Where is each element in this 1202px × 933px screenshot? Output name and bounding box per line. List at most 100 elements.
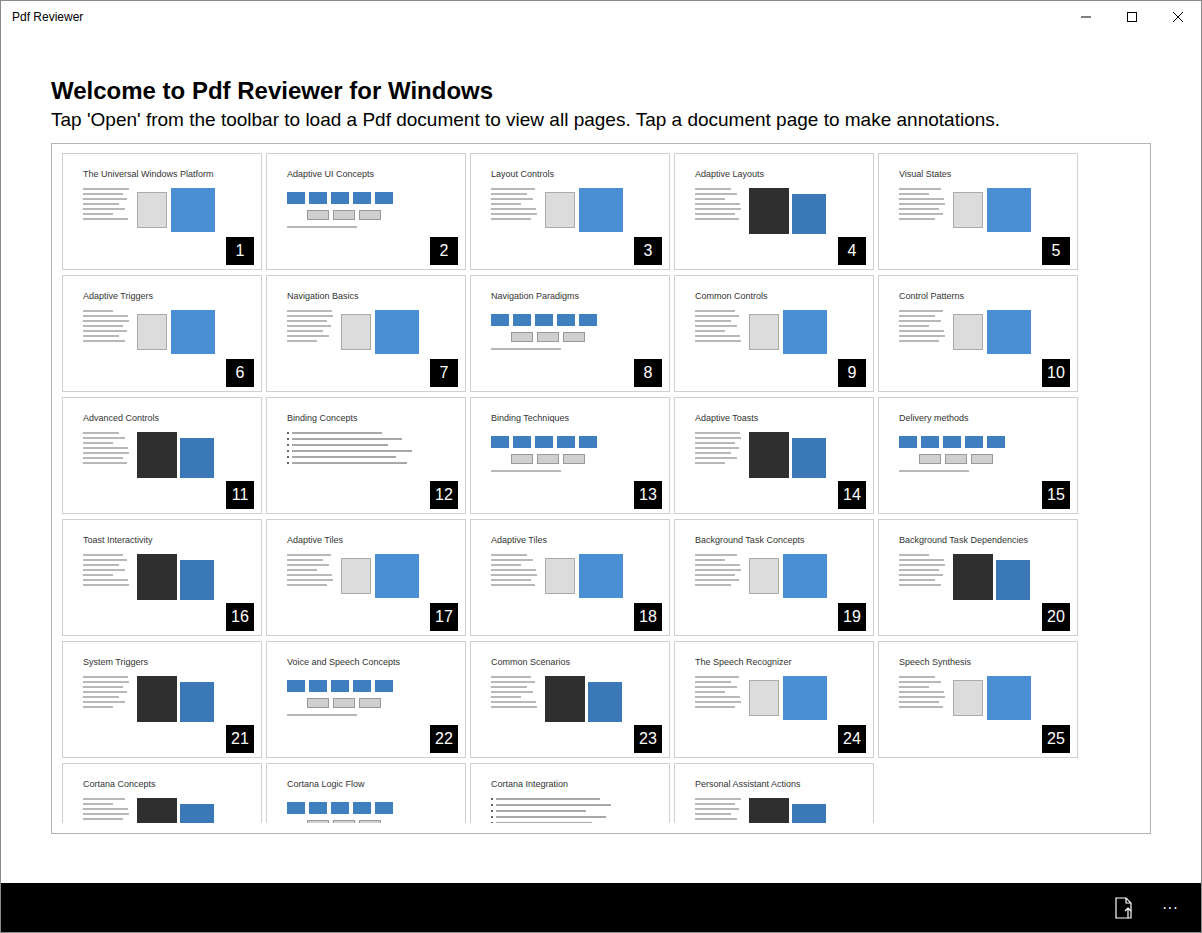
- page-thumbnail[interactable]: Control Patterns10: [878, 275, 1078, 392]
- page-thumbnail[interactable]: Cortana Integration: [470, 763, 670, 823]
- page-thumbnail[interactable]: System Triggers21: [62, 641, 262, 758]
- diagram-box: [511, 454, 533, 464]
- slide-body: [471, 676, 669, 722]
- text-line: [695, 584, 731, 586]
- close-button[interactable]: [1155, 1, 1201, 32]
- page-thumbnail[interactable]: Toast Interactivity16: [62, 519, 262, 636]
- page-thumbnail[interactable]: Advanced Controls11: [62, 397, 262, 514]
- page-title: Binding Concepts: [267, 398, 465, 424]
- text-line: [491, 701, 536, 703]
- diagram-box: [511, 332, 533, 342]
- page-thumbnail[interactable]: Adaptive Layouts4: [674, 153, 874, 270]
- text-line: [83, 584, 129, 586]
- screenshot-panel: [137, 554, 177, 600]
- page-thumbnail[interactable]: Layout Controls3: [470, 153, 670, 270]
- text-line: [83, 437, 125, 439]
- page-thumbnail[interactable]: The Universal Windows Platform1: [62, 153, 262, 270]
- bullet-dot: [491, 822, 493, 823]
- screenshot-panel: [749, 432, 789, 478]
- figure-panel: [545, 558, 575, 594]
- text-line: [83, 208, 125, 210]
- text-line: [292, 438, 402, 440]
- text-line: [899, 330, 944, 332]
- diagram-box: [307, 698, 329, 708]
- slide-body: [63, 310, 261, 354]
- page-number-badge: 22: [430, 725, 458, 753]
- text-line: [83, 579, 128, 581]
- page-thumbnail[interactable]: Binding Concepts12: [266, 397, 466, 514]
- page-thumbnail[interactable]: Cortana Logic Flow: [266, 763, 466, 823]
- slide-body: [675, 798, 873, 823]
- diagram-row: [287, 820, 393, 823]
- text-line: [695, 803, 735, 805]
- page-thumbnail[interactable]: Navigation Paradigms8: [470, 275, 670, 392]
- page-thumbnail[interactable]: Voice and Speech Concepts22: [266, 641, 466, 758]
- text-lines: [491, 676, 537, 722]
- page-number-badge: 5: [1042, 237, 1070, 265]
- screenshot-panel: [137, 432, 177, 478]
- text-line: [899, 213, 943, 215]
- bullet-dot: [287, 456, 289, 458]
- text-line: [83, 432, 119, 434]
- page-thumbnail[interactable]: Personal Assistant Actions: [674, 763, 874, 823]
- screenshot-panel: [137, 798, 177, 823]
- screenshot-panel: [588, 682, 622, 722]
- bullet-row: [287, 450, 412, 452]
- page-grid[interactable]: The Universal Windows Platform1Adaptive …: [62, 153, 1150, 823]
- page-thumbnail[interactable]: Cortana Concepts: [62, 763, 262, 823]
- text-line: [899, 315, 935, 317]
- page-thumbnail[interactable]: Adaptive Tiles17: [266, 519, 466, 636]
- screenshot: [137, 432, 214, 478]
- figure-panel: [749, 680, 779, 716]
- main-area: Welcome to Pdf Reviewer for Windows Tap …: [1, 32, 1201, 883]
- diagram-box: [353, 192, 371, 204]
- page-thumbnail[interactable]: Common Controls9: [674, 275, 874, 392]
- text-line: [83, 803, 113, 805]
- page-number-badge: 1: [226, 237, 254, 265]
- page-title: Delivery methods: [879, 398, 1077, 424]
- page-title: Adaptive Layouts: [675, 154, 873, 180]
- maximize-button[interactable]: [1109, 1, 1155, 32]
- diagram-box: [375, 680, 393, 692]
- page-thumbnail[interactable]: Common Scenarios23: [470, 641, 670, 758]
- page-title: Background Task Dependencies: [879, 520, 1077, 546]
- page-thumbnail[interactable]: The Speech Recognizer24: [674, 641, 874, 758]
- text-line: [491, 569, 536, 571]
- text-line: [83, 808, 128, 810]
- diagram-box: [333, 820, 355, 823]
- screenshot: [953, 554, 1030, 600]
- page-thumbnail[interactable]: Adaptive Triggers6: [62, 275, 262, 392]
- text-line: [83, 193, 123, 195]
- text-line: [695, 315, 739, 317]
- figure-panel: [953, 192, 983, 228]
- text-line: [83, 569, 125, 571]
- text-line: [287, 554, 331, 556]
- page-thumbnail[interactable]: Visual States5: [878, 153, 1078, 270]
- more-button[interactable]: ···: [1147, 883, 1193, 932]
- page-number-badge: 3: [634, 237, 662, 265]
- page-thumbnail[interactable]: Background Task Concepts19: [674, 519, 874, 636]
- screenshot-panel: [180, 560, 214, 600]
- page-thumbnail[interactable]: Binding Techniques13: [470, 397, 670, 514]
- text-line: [496, 816, 606, 818]
- page-thumbnail[interactable]: Navigation Basics7: [266, 275, 466, 392]
- text-line: [899, 188, 941, 190]
- page-thumbnail[interactable]: Adaptive Tiles18: [470, 519, 670, 636]
- page-thumbnail[interactable]: Background Task Dependencies20: [878, 519, 1078, 636]
- open-button[interactable]: [1101, 883, 1147, 932]
- slide-body: [63, 188, 261, 232]
- page-thumbnail[interactable]: Adaptive UI Concepts2: [266, 153, 466, 270]
- diagram-box: [563, 454, 585, 464]
- page-thumbnail[interactable]: Delivery methods15: [878, 397, 1078, 514]
- diagram-box: [309, 802, 327, 814]
- text-lines: [491, 188, 537, 232]
- text-line: [899, 706, 943, 708]
- minimize-button[interactable]: [1063, 1, 1109, 32]
- page-title: Background Task Concepts: [675, 520, 873, 546]
- diagram-row: [491, 436, 597, 448]
- diagram-box: [535, 436, 553, 448]
- page-thumbnail[interactable]: Speech Synthesis25: [878, 641, 1078, 758]
- diagram-box: [945, 454, 967, 464]
- figure: [749, 554, 827, 598]
- page-thumbnail[interactable]: Adaptive Toasts14: [674, 397, 874, 514]
